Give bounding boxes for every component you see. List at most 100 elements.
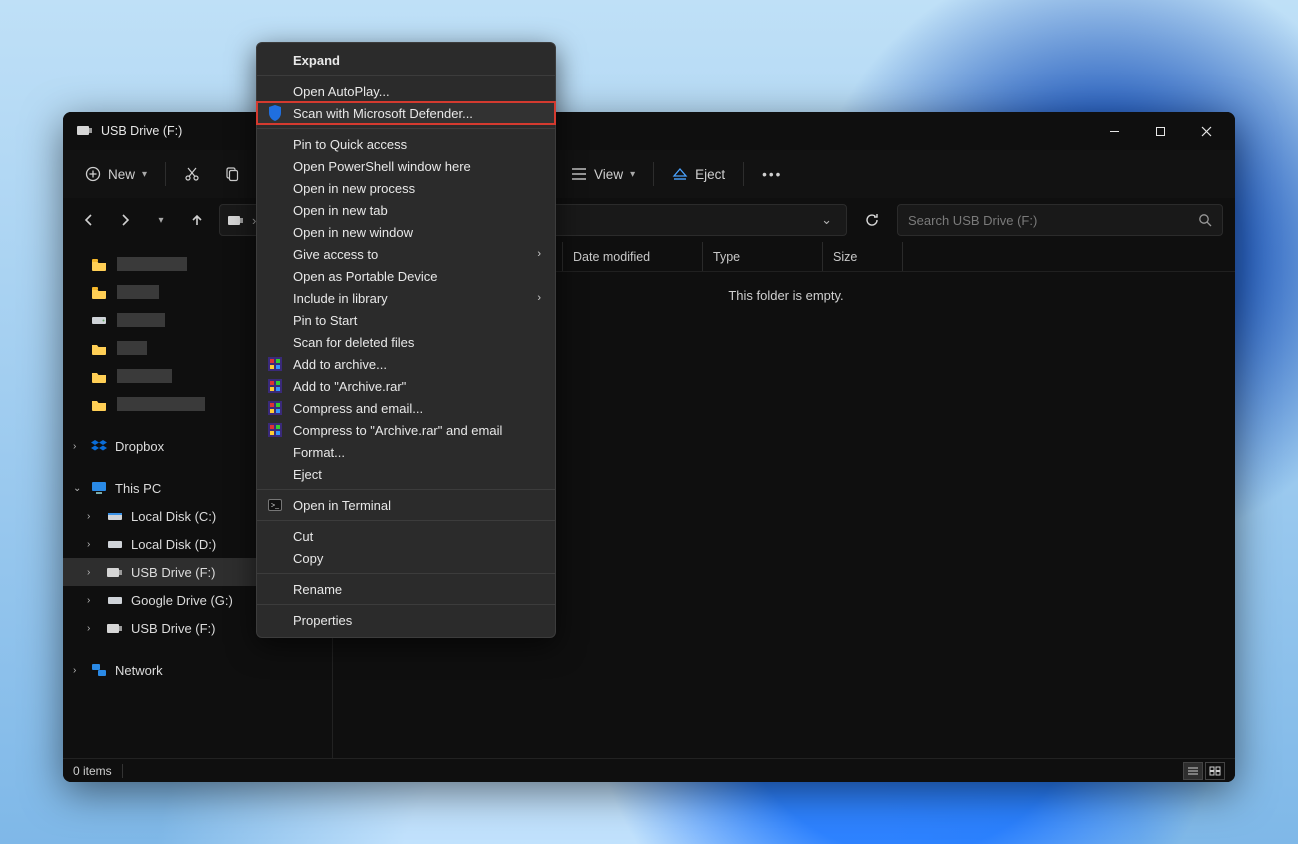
chevron-right-icon: ›	[87, 511, 90, 522]
chevron-right-icon: ›	[87, 595, 90, 606]
refresh-button[interactable]	[855, 204, 889, 236]
winrar-icon	[267, 422, 283, 438]
minimize-button[interactable]	[1091, 115, 1137, 147]
scissors-icon	[184, 166, 200, 182]
sidebar-item-label: Network	[115, 663, 163, 678]
ctx-open-autoplay[interactable]: Open AutoPlay...	[257, 80, 555, 102]
folder-icon	[91, 258, 107, 271]
status-item-count: 0 items	[73, 764, 112, 778]
eject-button[interactable]: Eject	[660, 161, 737, 188]
svg-text:>_: >_	[271, 503, 279, 510]
ctx-open-in-terminal[interactable]: >_ Open in Terminal	[257, 494, 555, 516]
recent-locations-button[interactable]: ▾	[147, 206, 175, 234]
usb-drive-icon	[107, 567, 123, 578]
chevron-down-icon: ▾	[630, 169, 635, 180]
sidebar-item-label: Local Disk (C:)	[131, 509, 216, 524]
ctx-open-powershell[interactable]: Open PowerShell window here	[257, 155, 555, 177]
ctx-separator	[257, 520, 555, 521]
drive-icon	[107, 538, 123, 550]
column-header-size[interactable]: Size	[823, 242, 903, 271]
redacted-label	[117, 313, 165, 327]
redacted-label	[117, 257, 187, 271]
maximize-button[interactable]	[1137, 115, 1183, 147]
ctx-add-to-archive-rar[interactable]: Add to "Archive.rar"	[257, 375, 555, 397]
usb-drive-icon	[77, 125, 93, 137]
up-button[interactable]	[183, 206, 211, 234]
chevron-down-icon: ⌄	[73, 483, 81, 494]
column-header-type[interactable]: Type	[703, 242, 823, 271]
chevron-down-icon: ▾	[142, 169, 147, 180]
ctx-compress-and-email[interactable]: Compress and email...	[257, 397, 555, 419]
thumbnails-view-button[interactable]	[1205, 762, 1225, 780]
redacted-label	[117, 369, 172, 383]
file-explorer-window: USB Drive (F:) New ▾ View ▾	[63, 112, 1235, 782]
ctx-format[interactable]: Format...	[257, 441, 555, 463]
ctx-pin-to-start[interactable]: Pin to Start	[257, 309, 555, 331]
ctx-copy[interactable]: Copy	[257, 547, 555, 569]
search-input[interactable]	[908, 213, 1198, 228]
details-view-button[interactable]	[1183, 762, 1203, 780]
sidebar-item-label: Dropbox	[115, 439, 164, 454]
status-bar: 0 items	[63, 758, 1235, 782]
chevron-right-icon: ›	[87, 623, 90, 634]
ctx-compress-rar-and-email[interactable]: Compress to "Archive.rar" and email	[257, 419, 555, 441]
new-label: New	[108, 167, 135, 182]
redacted-label	[117, 285, 159, 299]
copy-button[interactable]	[212, 160, 252, 188]
toolbar-divider	[165, 162, 166, 186]
network-icon	[91, 663, 107, 677]
copy-icon	[224, 166, 240, 182]
ctx-cut[interactable]: Cut	[257, 525, 555, 547]
submenu-arrow-icon: ›	[537, 292, 541, 304]
search-box[interactable]	[897, 204, 1223, 236]
dropbox-icon	[91, 439, 107, 453]
eject-label: Eject	[695, 167, 725, 182]
redacted-label	[117, 341, 147, 355]
chevron-right-icon: ›	[87, 539, 90, 550]
ctx-properties[interactable]: Properties	[257, 609, 555, 631]
ctx-separator	[257, 489, 555, 490]
winrar-icon	[267, 400, 283, 416]
sidebar-item-network[interactable]: › Network	[63, 656, 332, 684]
redacted-label	[117, 397, 205, 411]
chevron-down-icon: ▾	[158, 215, 163, 226]
usb-drive-icon	[107, 623, 123, 634]
context-menu: Expand Open AutoPlay... Scan with Micros…	[256, 42, 556, 638]
ctx-include-in-library[interactable]: Include in library›	[257, 287, 555, 309]
back-button[interactable]	[75, 206, 103, 234]
forward-button[interactable]	[111, 206, 139, 234]
column-header-date[interactable]: Date modified	[563, 242, 703, 271]
new-button[interactable]: New ▾	[73, 160, 159, 188]
drive-icon	[107, 510, 123, 522]
sidebar-item-label: Google Drive (G:)	[131, 593, 233, 608]
view-toggle	[1183, 762, 1225, 780]
ctx-expand[interactable]: Expand	[257, 49, 555, 71]
ctx-separator	[257, 604, 555, 605]
navigation-row: ▾ › Th ⌄	[63, 198, 1235, 242]
view-label: View	[594, 167, 623, 182]
ctx-scan-deleted-files[interactable]: Scan for deleted files	[257, 331, 555, 353]
ctx-scan-defender[interactable]: Scan with Microsoft Defender...	[257, 102, 555, 124]
ctx-give-access-to[interactable]: Give access to›	[257, 243, 555, 265]
ctx-add-to-archive[interactable]: Add to archive...	[257, 353, 555, 375]
ctx-rename[interactable]: Rename	[257, 578, 555, 600]
ctx-open-new-process[interactable]: Open in new process	[257, 177, 555, 199]
terminal-icon: >_	[267, 497, 283, 513]
ctx-open-portable-device[interactable]: Open as Portable Device	[257, 265, 555, 287]
drive-icon	[91, 314, 107, 326]
ctx-open-new-tab[interactable]: Open in new tab	[257, 199, 555, 221]
folder-icon	[91, 370, 107, 383]
drive-icon	[107, 594, 123, 606]
address-dropdown[interactable]: ⌄	[815, 212, 838, 228]
folder-icon	[91, 342, 107, 355]
ctx-separator	[257, 128, 555, 129]
ctx-pin-quick-access[interactable]: Pin to Quick access	[257, 133, 555, 155]
more-button[interactable]: •••	[750, 161, 794, 188]
cut-button[interactable]	[172, 160, 212, 188]
toolbar-divider	[653, 162, 654, 186]
ctx-eject[interactable]: Eject	[257, 463, 555, 485]
view-button[interactable]: View ▾	[559, 161, 647, 188]
status-divider	[122, 764, 123, 778]
ctx-open-new-window[interactable]: Open in new window	[257, 221, 555, 243]
close-button[interactable]	[1183, 115, 1229, 147]
